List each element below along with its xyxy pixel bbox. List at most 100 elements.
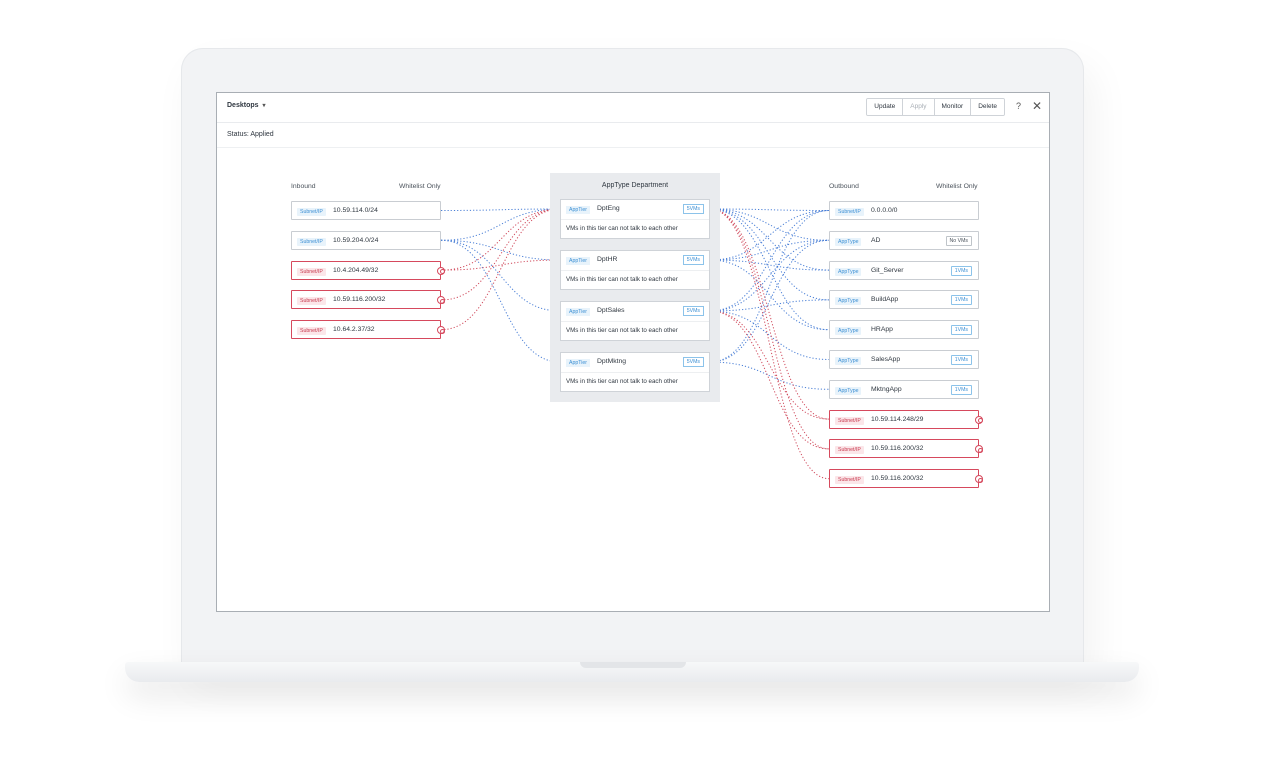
node-label: SalesApp xyxy=(871,356,901,363)
outbound-node[interactable]: AppType HRApp 1VMs xyxy=(829,320,979,340)
tier-description: VMs in this tier can not talk to each ot… xyxy=(566,378,678,385)
node-label: 10.59.114.248/29 xyxy=(871,415,924,423)
inbound-node[interactable]: Subnet/IP 10.59.204.0/24 xyxy=(291,230,441,250)
node-type-tag: AppType xyxy=(835,386,862,395)
node-label: BuildApp xyxy=(871,296,899,304)
department-title: AppType Department xyxy=(601,182,669,189)
connection-line xyxy=(709,208,830,480)
inbound-node[interactable]: Subnet/IP 10.4.204.49/32 xyxy=(291,260,445,280)
node-label: 0.0.0.0/0 xyxy=(871,207,898,214)
tier-type-tag: AppTier xyxy=(566,257,590,265)
remove-icon[interactable] xyxy=(437,266,445,275)
divider xyxy=(561,321,709,322)
connection-line xyxy=(440,208,561,301)
app-tier[interactable]: AppTier DptMktng 5VMs VMs in this tier can … xyxy=(560,352,710,392)
inbound-node[interactable]: Subnet/IP 10.64.2.37/32 xyxy=(291,320,445,340)
node-type-tag: Subnet/IP xyxy=(297,267,326,276)
connection-line xyxy=(709,210,830,261)
app-tier[interactable]: AppTier DptEng 5VMs VMs in this tier can no… xyxy=(560,199,710,239)
tier-name: DptEng xyxy=(597,205,620,212)
connection-line xyxy=(709,208,830,271)
vm-count-badge: 5VMs xyxy=(682,255,704,265)
vm-count-badge: 5VMs xyxy=(682,357,704,367)
connection-line xyxy=(440,208,561,331)
remove-icon[interactable] xyxy=(975,415,983,424)
remove-icon[interactable] xyxy=(437,326,445,335)
tier-name: DptSales xyxy=(597,307,625,314)
node-type-tag: AppType xyxy=(835,297,862,306)
node-label: 10.64.2.37/32 xyxy=(333,326,375,334)
vm-count-badge: 1VMs xyxy=(950,325,972,336)
connection-line xyxy=(709,361,830,390)
connection-line xyxy=(709,310,830,360)
vm-count-badge: 5VMs xyxy=(682,306,704,316)
vm-count-badge: 1VMs xyxy=(950,384,972,395)
inbound-whitelist-label: Whitelist Only xyxy=(399,183,441,190)
vm-count-badge: 1VMs xyxy=(950,265,972,276)
connection-line xyxy=(709,208,830,301)
outbound-whitelist-label: Whitelist Only xyxy=(936,183,978,190)
connection-line xyxy=(709,310,830,450)
connection-line xyxy=(709,259,830,271)
node-label: HRApp xyxy=(871,326,893,334)
node-type-tag: AppType xyxy=(835,237,862,246)
outbound-node[interactable]: Subnet/IP 10.59.116.200/32 xyxy=(829,439,983,459)
connection-line xyxy=(440,239,561,363)
connection-line xyxy=(709,210,830,312)
connection-line xyxy=(440,239,561,312)
node-label: 10.59.116.200/32 xyxy=(333,296,386,304)
tier-description: VMs in this tier can not talk to each ot… xyxy=(566,225,678,232)
outbound-node[interactable]: AppType BuildApp 1VMs xyxy=(829,290,979,310)
node-label: Git_Server xyxy=(871,266,904,274)
node-type-tag: Subnet/IP xyxy=(297,237,326,246)
node-type-tag: Subnet/IP xyxy=(297,327,326,336)
tier-description: VMs in this tier can not talk to each ot… xyxy=(566,276,678,283)
divider xyxy=(561,219,709,220)
node-label: 10.59.204.0/24 xyxy=(333,236,379,244)
department-panel: AppType Department AppTier DptEng 5VMs VMs … xyxy=(550,173,720,402)
app-tier[interactable]: AppTier DptSales 5VMs VMs in this tier can … xyxy=(560,301,710,341)
tier-description: VMs in this tier can not talk to each ot… xyxy=(566,327,678,334)
connection-line xyxy=(709,208,830,331)
inbound-node[interactable]: Subnet/IP 10.59.114.0/24 xyxy=(291,201,441,220)
inbound-node[interactable]: Subnet/IP 10.59.116.200/32 xyxy=(291,290,445,310)
outbound-heading: Outbound xyxy=(829,183,859,190)
outbound-node[interactable]: Subnet/IP 0.0.0.0/0 xyxy=(829,201,979,220)
node-type-tag: Subnet/IP xyxy=(835,416,864,425)
node-type-tag: AppType xyxy=(835,327,862,336)
outbound-node[interactable]: AppType AD No VMs xyxy=(829,230,979,250)
vm-count-badge: 1VMs xyxy=(950,295,972,306)
connection-line xyxy=(709,299,830,312)
remove-icon[interactable] xyxy=(437,296,445,305)
tier-type-tag: AppTier xyxy=(566,359,590,367)
node-type-tag: Subnet/IP xyxy=(835,208,864,216)
app-tier[interactable]: AppTier DptHR 5VMs VMs in this tier can not… xyxy=(560,250,710,290)
tier-name: DptMktng xyxy=(597,358,627,365)
node-label: 10.4.204.49/32 xyxy=(333,266,379,274)
divider xyxy=(561,270,709,271)
tier-type-tag: AppTier xyxy=(566,206,590,214)
laptop-notch xyxy=(580,662,686,668)
remove-icon[interactable] xyxy=(975,475,983,484)
remove-icon[interactable] xyxy=(975,445,983,454)
connection-line xyxy=(440,208,561,271)
outbound-node[interactable]: AppType SalesApp 1VMs xyxy=(829,350,979,369)
tier-name: DptHR xyxy=(597,256,618,263)
outbound-node[interactable]: AppType Git_Server 1VMs xyxy=(829,260,979,280)
node-type-tag: Subnet/IP xyxy=(835,446,864,455)
inbound-heading: Inbound xyxy=(291,183,316,190)
node-type-tag: Subnet/IP xyxy=(297,297,326,306)
tier-type-tag: AppTier xyxy=(566,308,590,316)
connection-line xyxy=(709,208,830,211)
node-label: MktngApp xyxy=(871,385,902,393)
node-type-tag: Subnet/IP xyxy=(297,208,326,216)
node-label: 10.59.114.0/24 xyxy=(333,207,378,214)
outbound-node[interactable]: AppType MktngApp 1VMs xyxy=(829,379,979,399)
node-type-tag: AppType xyxy=(835,357,862,365)
vm-count-badge: 1VMs xyxy=(950,355,972,365)
outbound-node[interactable]: Subnet/IP 10.59.116.200/32 xyxy=(829,469,983,489)
connection-line xyxy=(709,210,830,363)
node-type-tag: Subnet/IP xyxy=(835,476,864,485)
outbound-node[interactable]: Subnet/IP 10.59.114.248/29 xyxy=(829,409,983,429)
vm-count-badge: 5VMs xyxy=(682,204,704,214)
